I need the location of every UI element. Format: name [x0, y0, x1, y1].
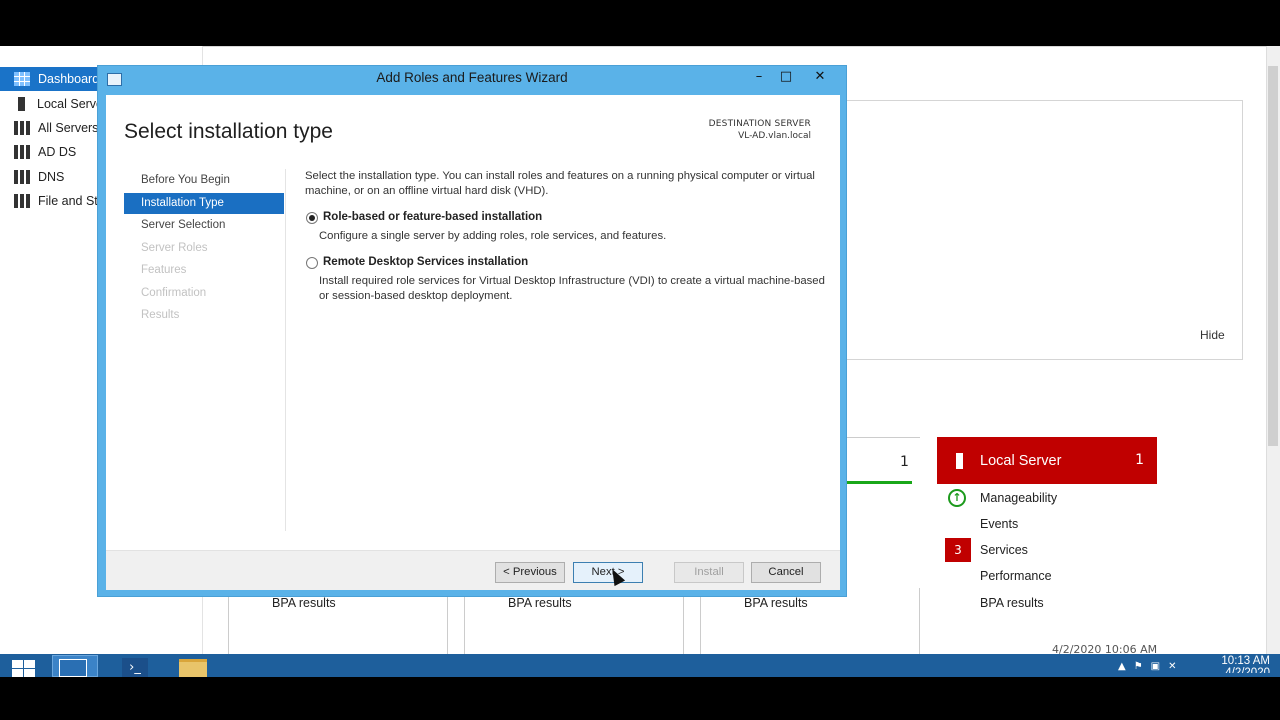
sidebar-item-label: AD DS — [38, 145, 77, 159]
role-tile-column — [700, 588, 920, 654]
remote-desktop-option-description: Install required role services for Virtu… — [319, 275, 825, 302]
step-server-selection[interactable]: Server Selection — [124, 215, 284, 236]
welcome-panel — [846, 100, 1243, 360]
steps-divider — [285, 169, 286, 531]
tile-row-bpa[interactable]: BPA results — [980, 596, 1044, 610]
windows-logo-icon — [12, 669, 23, 677]
services-alert-badge: 3 — [945, 538, 971, 562]
local-server-tile: Local Server 1 ↑ Manageability Events 3 … — [937, 437, 1157, 654]
destination-server-label: DESTINATION SERVER — [708, 119, 811, 129]
page-title: Select installation type — [124, 120, 333, 143]
wizard-button-bar: < Previous Next > Install Cancel — [106, 550, 840, 590]
role-based-radio[interactable] — [306, 212, 318, 224]
wizard-window-title: Add Roles and Features Wizard — [376, 70, 568, 85]
sidebar-item-label: Local Serve — [37, 97, 104, 111]
desktop-screen: Dashboard Local Serve All Servers AD DS … — [0, 0, 1280, 720]
taskbar-file-explorer[interactable] — [179, 659, 207, 677]
remote-desktop-option-title[interactable]: Remote Desktop Services installation — [323, 256, 528, 268]
servers-icon — [14, 121, 30, 135]
bpa-results-link[interactable]: BPA results — [744, 596, 808, 610]
remote-desktop-radio[interactable] — [306, 257, 318, 269]
step-features: Features — [141, 264, 187, 276]
bpa-results-link[interactable]: BPA results — [272, 596, 336, 610]
wizard-content: Select installation type DESTINATION SER… — [106, 95, 840, 590]
destination-server-name: VL-AD.vlan.local — [738, 131, 811, 141]
role-tile-count: 1 — [900, 454, 909, 470]
minimize-button[interactable]: – — [746, 67, 772, 87]
close-button[interactable]: ✕ — [807, 67, 833, 87]
local-server-tile-header[interactable]: Local Server 1 — [937, 437, 1157, 484]
server-icon — [18, 97, 25, 111]
role-tile-status-bar — [846, 481, 912, 484]
role-tile-partial[interactable] — [846, 437, 920, 537]
windows-logo-icon — [12, 660, 23, 668]
hide-welcome-link[interactable]: Hide — [1200, 328, 1225, 342]
step-server-roles: Server Roles — [141, 242, 208, 254]
ad-ds-icon — [14, 145, 30, 159]
taskbar-clock[interactable]: 10:13 AM 4/2/2020 — [1210, 655, 1270, 673]
file-storage-icon — [14, 194, 30, 208]
local-server-tile-title: Local Server — [980, 452, 1062, 469]
dns-icon — [14, 170, 30, 184]
server-manager-icon — [59, 659, 87, 677]
role-based-option-description: Configure a single server by adding role… — [319, 230, 667, 242]
role-tile-column — [228, 588, 448, 654]
bpa-results-link[interactable]: BPA results — [508, 596, 572, 610]
system-tray-icons[interactable]: ▲⚑▣✕ — [1118, 661, 1184, 672]
clock-date: 4/2/2020 — [1225, 667, 1270, 673]
tile-row-performance[interactable]: Performance — [980, 569, 1052, 583]
start-button[interactable] — [10, 659, 36, 677]
sidebar-item-label: All Servers — [38, 121, 99, 135]
tile-row-manageability[interactable]: Manageability — [980, 491, 1057, 505]
add-roles-wizard-window: Add Roles and Features Wizard – □ ✕ Sele… — [97, 65, 847, 597]
step-before-you-begin[interactable]: Before You Begin — [124, 170, 284, 191]
maximize-button[interactable]: □ — [773, 67, 799, 87]
install-button: Install — [674, 562, 744, 583]
windows-logo-icon — [24, 669, 35, 677]
clock-time: 10:13 AM — [1221, 655, 1270, 667]
role-tile-column — [464, 588, 684, 654]
sidebar-item-label: DNS — [38, 170, 65, 184]
previous-button[interactable]: < Previous — [495, 562, 565, 583]
installation-type-intro: Select the installation type. You can in… — [305, 170, 815, 197]
step-results: Results — [141, 309, 180, 321]
scrollbar-thumb[interactable] — [1268, 66, 1278, 446]
manageability-ok-icon: ↑ — [948, 489, 966, 507]
tile-row-services[interactable]: Services — [980, 543, 1028, 557]
cancel-button[interactable]: Cancel — [751, 562, 821, 583]
dashboard-grid-icon — [14, 72, 30, 86]
sidebar-item-label: File and St — [38, 194, 98, 208]
sidebar-item-label: Dashboard — [38, 72, 100, 86]
step-confirmation: Confirmation — [141, 287, 207, 299]
taskbar-powershell[interactable]: ›_ — [122, 658, 148, 677]
local-server-tile-count: 1 — [1135, 452, 1144, 468]
tile-row-events[interactable]: Events — [980, 517, 1018, 531]
server-icon — [956, 452, 963, 469]
step-installation-type[interactable]: Installation Type — [124, 193, 284, 214]
windows-logo-icon — [24, 660, 35, 668]
role-based-option-title[interactable]: Role-based or feature-based installation — [323, 211, 542, 223]
